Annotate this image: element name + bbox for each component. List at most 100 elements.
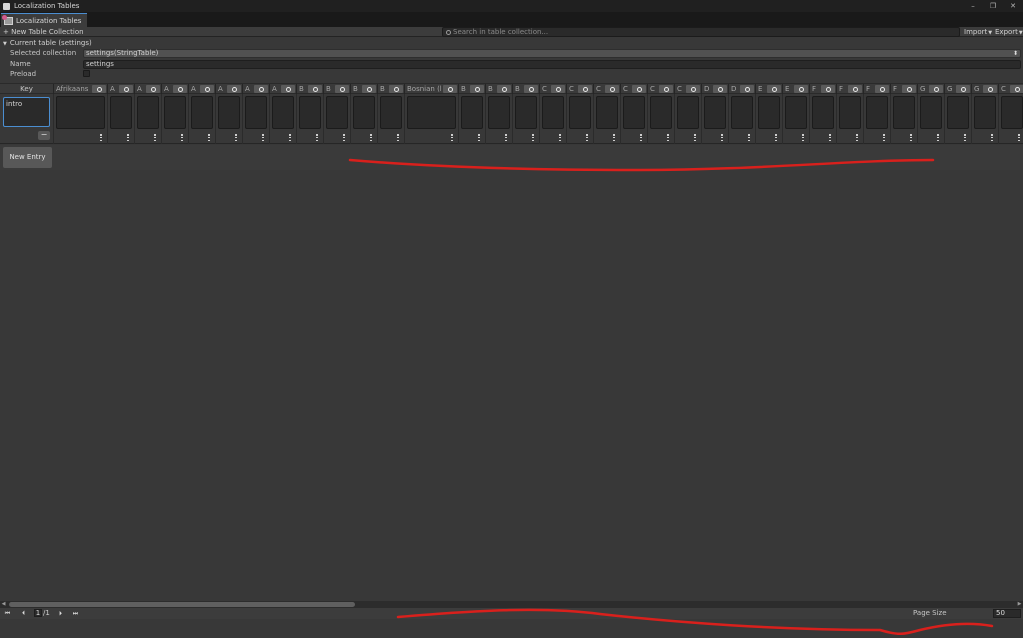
locale-settings-gear-icon[interactable] (659, 85, 673, 93)
cell-menu-icon[interactable] (829, 134, 831, 141)
locale-settings-gear-icon[interactable] (389, 85, 403, 93)
cell-menu-icon[interactable] (586, 134, 588, 141)
locale-settings-gear-icon[interactable] (227, 85, 241, 93)
cell-menu-icon[interactable] (694, 134, 696, 141)
minimize-icon[interactable]: – (963, 0, 983, 12)
translation-text-field[interactable] (110, 96, 132, 129)
import-button[interactable]: Import▼ (964, 27, 992, 37)
cell-menu-icon[interactable] (937, 134, 939, 141)
translation-text-field[interactable] (164, 96, 186, 129)
cell-menu-icon[interactable] (640, 134, 642, 141)
cell-menu-icon[interactable] (478, 134, 480, 141)
scroll-right-icon[interactable]: ▶ (1016, 601, 1023, 608)
locale-settings-gear-icon[interactable] (767, 85, 781, 93)
locale-settings-gear-icon[interactable] (929, 85, 943, 93)
scrollbar-thumb[interactable] (9, 602, 355, 607)
locale-settings-gear-icon[interactable] (956, 85, 970, 93)
translation-text-field[interactable] (326, 96, 348, 129)
cell-menu-icon[interactable] (505, 134, 507, 141)
locale-settings-gear-icon[interactable] (335, 85, 349, 93)
cell-menu-icon[interactable] (775, 134, 777, 141)
name-field[interactable]: settings (83, 60, 1021, 69)
locale-settings-gear-icon[interactable] (173, 85, 187, 93)
translation-text-field[interactable] (704, 96, 726, 129)
locale-settings-gear-icon[interactable] (470, 85, 484, 93)
translation-text-field[interactable] (137, 96, 159, 129)
cell-menu-icon[interactable] (667, 134, 669, 141)
horizontal-scrollbar[interactable]: ◀ ▶ (0, 601, 1023, 608)
cell-menu-icon[interactable] (181, 134, 183, 141)
last-page-icon[interactable]: ⏭ (71, 609, 80, 618)
locale-settings-gear-icon[interactable] (362, 85, 376, 93)
preload-checkbox[interactable] (83, 70, 90, 77)
cell-menu-icon[interactable] (235, 134, 237, 141)
locale-settings-gear-icon[interactable] (1010, 85, 1023, 93)
export-button[interactable]: Export▼ (995, 27, 1023, 37)
first-page-icon[interactable]: ⏮ (3, 609, 12, 618)
translation-text-field[interactable] (191, 96, 213, 129)
cell-menu-icon[interactable] (910, 134, 912, 141)
translation-text-field[interactable] (650, 96, 672, 129)
cell-menu-icon[interactable] (802, 134, 804, 141)
current-table-foldout[interactable]: ▼ Current table (settings) (0, 38, 300, 48)
locale-settings-gear-icon[interactable] (524, 85, 538, 93)
cell-menu-icon[interactable] (883, 134, 885, 141)
translation-text-field[interactable] (758, 96, 780, 129)
translation-text-field[interactable] (785, 96, 807, 129)
translation-text-field[interactable] (488, 96, 510, 129)
new-table-collection-button[interactable]: + New Table Collection (3, 27, 84, 37)
translation-text-field[interactable] (407, 96, 456, 129)
cell-menu-icon[interactable] (154, 134, 156, 141)
translation-text-field[interactable] (812, 96, 834, 129)
translation-text-field[interactable] (596, 96, 618, 129)
translation-text-field[interactable] (866, 96, 888, 129)
locale-settings-gear-icon[interactable] (497, 85, 511, 93)
cell-menu-icon[interactable] (397, 134, 399, 141)
cell-menu-icon[interactable] (748, 134, 750, 141)
cell-menu-icon[interactable] (991, 134, 993, 141)
translation-text-field[interactable] (380, 96, 402, 129)
next-page-icon[interactable]: ⏵ (56, 609, 65, 618)
cell-menu-icon[interactable] (856, 134, 858, 141)
locale-settings-gear-icon[interactable] (848, 85, 862, 93)
locale-settings-gear-icon[interactable] (902, 85, 916, 93)
cell-menu-icon[interactable] (451, 134, 453, 141)
locale-settings-gear-icon[interactable] (983, 85, 997, 93)
restore-icon[interactable]: ❐ (983, 0, 1003, 12)
translation-text-field[interactable] (353, 96, 375, 129)
key-field[interactable]: intro (3, 97, 50, 127)
translation-text-field[interactable] (218, 96, 240, 129)
translation-text-field[interactable] (731, 96, 753, 129)
translation-text-field[interactable] (245, 96, 267, 129)
locale-settings-gear-icon[interactable] (713, 85, 727, 93)
translation-text-field[interactable] (272, 96, 294, 129)
translation-text-field[interactable] (974, 96, 996, 129)
cell-menu-icon[interactable] (721, 134, 723, 141)
locale-settings-gear-icon[interactable] (605, 85, 619, 93)
locale-settings-gear-icon[interactable] (308, 85, 322, 93)
translation-text-field[interactable] (677, 96, 699, 129)
locale-settings-gear-icon[interactable] (578, 85, 592, 93)
tab-localization-tables[interactable]: Localization Tables (1, 13, 87, 27)
locale-settings-gear-icon[interactable] (794, 85, 808, 93)
page-size-field[interactable]: 50 (993, 609, 1021, 618)
locale-settings-gear-icon[interactable] (200, 85, 214, 93)
locale-settings-gear-icon[interactable] (443, 85, 457, 93)
close-icon[interactable]: ✕ (1003, 0, 1023, 12)
selected-collection-dropdown[interactable]: settings(StringTable) ⬍ (83, 49, 1021, 58)
translation-text-field[interactable] (947, 96, 969, 129)
cell-menu-icon[interactable] (208, 134, 210, 141)
cell-menu-icon[interactable] (370, 134, 372, 141)
translation-text-field[interactable] (515, 96, 537, 129)
locale-settings-gear-icon[interactable] (254, 85, 268, 93)
locale-settings-gear-icon[interactable] (686, 85, 700, 93)
locale-settings-gear-icon[interactable] (92, 85, 106, 93)
translation-text-field[interactable] (542, 96, 564, 129)
translation-text-field[interactable] (839, 96, 861, 129)
locale-settings-gear-icon[interactable] (119, 85, 133, 93)
search-input[interactable]: Search in table collection... (442, 27, 960, 37)
cell-menu-icon[interactable] (262, 134, 264, 141)
translation-text-field[interactable] (1001, 96, 1023, 129)
cell-menu-icon[interactable] (100, 134, 102, 141)
translation-text-field[interactable] (623, 96, 645, 129)
